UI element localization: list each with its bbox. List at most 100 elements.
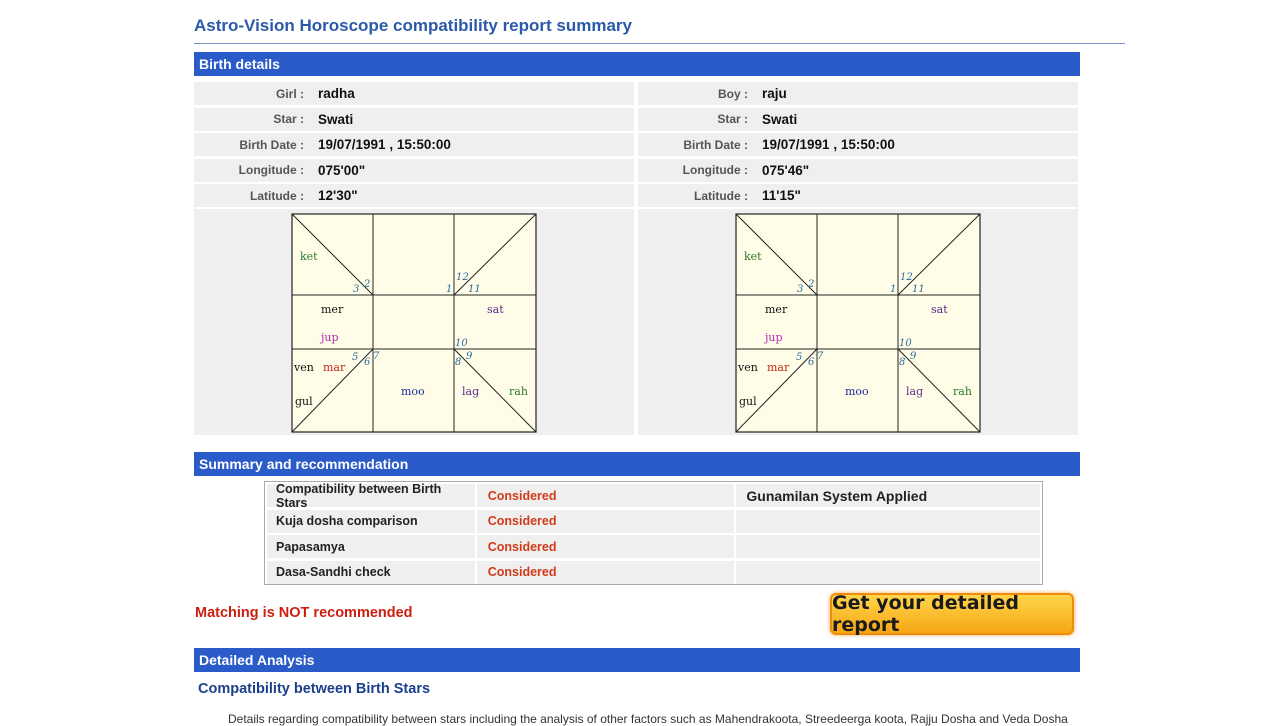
section-header-summary: Summary and recommendation	[194, 452, 1080, 476]
get-detailed-report-button[interactable]: Get your detailed report	[830, 592, 1074, 636]
house-number: 11	[912, 284, 925, 295]
house-number: 8	[455, 357, 461, 368]
planet-label-rah: rah	[509, 385, 528, 398]
girl-birthdate-value: 19/07/1991 , 15:50:00	[318, 137, 451, 152]
house-number: 3	[797, 284, 803, 295]
field-label: Longitude :	[238, 163, 304, 177]
house-number: 10	[899, 338, 912, 349]
house-number: 1	[890, 284, 896, 295]
boy-star-value: Swati	[762, 111, 798, 127]
boy-latitude-row: Latitude : 11'15"	[638, 184, 1078, 207]
house-number: 2	[807, 279, 814, 290]
girl-longitude-value: 075'00"	[318, 162, 366, 178]
house-number: 7	[817, 351, 824, 362]
section-header-birth-details: Birth details	[194, 52, 1080, 76]
planet-label-lag: lag	[462, 385, 479, 398]
check-status: Considered	[476, 560, 735, 584]
planet-label-mer: mer	[321, 303, 344, 316]
boy-birth-details: Boy : raju Star : Swati Birth Date : 19/…	[638, 82, 1078, 210]
house-number: 6	[808, 357, 815, 368]
field-label: Latitude :	[250, 188, 304, 203]
table-row: Kuja dosha comparison Considered	[267, 509, 1041, 533]
field-label: Boy :	[718, 86, 748, 101]
check-status: Considered	[476, 509, 735, 533]
table-row: Compatibility between Birth Stars Consid…	[267, 482, 1041, 510]
check-note	[736, 560, 1041, 584]
girl-latitude-value: 12'30"	[318, 188, 358, 203]
girl-longitude-row: Longitude : 075'00"	[194, 158, 634, 182]
planet-label-moo: moo	[401, 385, 425, 398]
house-number: 11	[468, 284, 481, 295]
girl-star-value: Swati	[318, 111, 354, 127]
horoscope-grid: ket mer jup sat ven mar gul moo lag rah 3 2 1 1211 10 5…	[735, 213, 981, 433]
check-name: Papasamya	[267, 535, 475, 558]
check-status: Considered	[476, 535, 735, 558]
house-number: 5	[796, 352, 802, 363]
boy-latitude-value: 11'15"	[762, 188, 801, 203]
boy-birthdate-value: 19/07/1991 , 15:50:00	[762, 137, 895, 152]
house-number: 12	[456, 272, 469, 283]
house-number: 7	[373, 351, 380, 362]
boy-longitude-row: Longitude : 075'46"	[638, 158, 1078, 182]
house-number: 2	[363, 279, 370, 290]
title-divider	[194, 43, 1125, 44]
detailed-description: Details regarding compatibility between …	[228, 712, 1068, 726]
house-number: 8	[899, 357, 905, 368]
field-label: Latitude :	[694, 188, 748, 203]
house-number: 9	[466, 351, 473, 362]
planet-label-mar: mar	[767, 361, 790, 374]
planet-label-mar: mar	[323, 361, 346, 374]
girl-name-row: Girl : radha	[194, 82, 634, 105]
planet-label-gul: gul	[295, 395, 313, 408]
table-row: Dasa-Sandhi check Considered	[267, 560, 1041, 584]
boy-horoscope-chart: ket mer jup sat ven mar gul moo lag rah 3 2 1 12 11 10 5…	[638, 209, 1078, 435]
planet-label-sat: sat	[931, 303, 948, 316]
house-number: 1	[446, 284, 452, 295]
house-number: 5	[352, 352, 358, 363]
planet-label-gul: gul	[739, 395, 757, 408]
boy-birthdate-row: Birth Date : 19/07/1991 , 15:50:00	[638, 133, 1078, 156]
summary-table: Compatibility between Birth Stars Consid…	[264, 481, 1043, 585]
page-title: Astro-Vision Horoscope compatibility rep…	[194, 16, 632, 35]
table-row: Papasamya Considered	[267, 535, 1041, 558]
boy-longitude-value: 075'46"	[762, 162, 810, 178]
planet-label-ket: ket	[300, 250, 318, 263]
boy-name-row: Boy : raju	[638, 82, 1078, 105]
field-label: Star :	[717, 112, 748, 126]
planet-label-moo: moo	[845, 385, 869, 398]
horoscope-grid: ket mer jup sat ven mar gul moo lag rah 3 2 1 1211 10 5…	[291, 213, 537, 433]
field-label: Star :	[273, 112, 304, 126]
house-number: 9	[910, 351, 917, 362]
planet-label-sat: sat	[487, 303, 504, 316]
planet-label-ven: ven	[293, 361, 314, 374]
check-note	[736, 535, 1041, 558]
girl-birthdate-row: Birth Date : 19/07/1991 , 15:50:00	[194, 133, 634, 156]
field-label: Birth Date :	[683, 137, 748, 152]
planet-label-mer: mer	[765, 303, 788, 316]
house-number: 3	[353, 284, 359, 295]
girl-name-value: radha	[318, 86, 355, 101]
house-number: 12	[900, 272, 913, 283]
planet-label-jup: jup	[319, 331, 339, 344]
check-note	[736, 509, 1041, 533]
section-header-detailed-analysis: Detailed Analysis	[194, 648, 1080, 672]
house-number: 10	[455, 338, 468, 349]
field-label: Girl :	[275, 86, 304, 101]
planet-label-ket: ket	[744, 250, 762, 263]
check-name: Kuja dosha comparison	[267, 509, 475, 533]
check-name: Dasa-Sandhi check	[267, 560, 475, 584]
boy-star-row: Star : Swati	[638, 107, 1078, 131]
check-note: Gunamilan System Applied	[736, 484, 1041, 507]
planet-label-rah: rah	[953, 385, 972, 398]
check-name: Compatibility between Birth Stars	[267, 482, 475, 510]
girl-star-row: Star : Swati	[194, 107, 634, 131]
matching-verdict: Matching is NOT recommended	[195, 605, 413, 621]
field-label: Longitude :	[682, 163, 748, 177]
girl-latitude-row: Latitude : 12'30"	[194, 184, 634, 207]
planet-label-lag: lag	[906, 385, 923, 398]
check-status: Considered	[476, 484, 735, 507]
planet-label-jup: jup	[763, 331, 783, 344]
house-number: 6	[364, 357, 371, 368]
boy-name-value: raju	[762, 86, 787, 101]
planet-label-ven: ven	[737, 361, 758, 374]
